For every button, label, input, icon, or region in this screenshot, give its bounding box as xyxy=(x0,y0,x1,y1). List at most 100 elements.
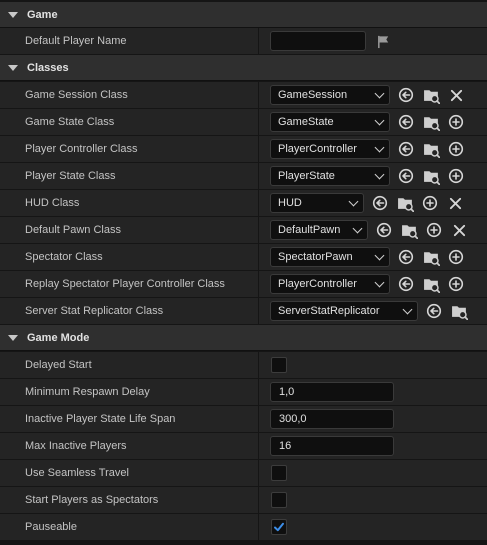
clear-x-icon[interactable] xyxy=(447,86,465,104)
use-selected-arrow-icon[interactable] xyxy=(397,167,415,185)
browse-folder-icon[interactable] xyxy=(450,302,468,320)
use-selected-arrow-icon[interactable] xyxy=(397,275,415,293)
server-stat-replicator-class-dropdown[interactable]: ServerStatReplicator xyxy=(270,301,418,321)
property-label: Max Inactive Players xyxy=(25,440,127,452)
section-header-classes[interactable]: Classes xyxy=(0,55,487,81)
game-state-class-dropdown[interactable]: GameState xyxy=(270,112,390,132)
row-replay-spectator-controller-class: Replay Spectator Player Controller Class… xyxy=(0,271,487,298)
row-game-session-class: Game Session Class GameSession xyxy=(0,82,487,109)
property-label: Replay Spectator Player Controller Class xyxy=(25,278,225,290)
browse-folder-icon[interactable] xyxy=(422,140,440,158)
browse-folder-icon[interactable] xyxy=(422,248,440,266)
add-circle-icon[interactable] xyxy=(447,275,465,293)
use-selected-arrow-icon[interactable] xyxy=(425,302,443,320)
flag-icon[interactable] xyxy=(374,32,392,50)
property-label: Default Player Name xyxy=(25,35,127,47)
column-divider[interactable] xyxy=(258,514,259,540)
chevron-down-icon xyxy=(374,169,385,179)
column-divider[interactable] xyxy=(258,109,259,135)
column-divider[interactable] xyxy=(258,190,259,216)
property-label: Spectator Class xyxy=(25,251,103,263)
add-circle-icon[interactable] xyxy=(425,221,443,239)
add-circle-icon[interactable] xyxy=(447,113,465,131)
column-divider[interactable] xyxy=(258,163,259,189)
player-state-class-dropdown[interactable]: PlayerState xyxy=(270,166,390,186)
start-as-spectators-checkbox[interactable] xyxy=(271,492,287,508)
replay-spectator-controller-class-dropdown[interactable]: PlayerController xyxy=(270,274,390,294)
row-default-player-name: Default Player Name xyxy=(0,28,487,55)
inactive-life-span-input[interactable]: 300,0 xyxy=(270,409,394,429)
column-divider[interactable] xyxy=(258,82,259,108)
default-player-name-input[interactable] xyxy=(270,31,366,51)
add-circle-icon[interactable] xyxy=(447,248,465,266)
chevron-down-icon xyxy=(374,277,385,287)
use-selected-arrow-icon[interactable] xyxy=(397,86,415,104)
collapse-arrow-icon[interactable] xyxy=(8,334,18,341)
browse-folder-icon[interactable] xyxy=(400,221,418,239)
property-label: Delayed Start xyxy=(25,359,92,371)
section-header-game[interactable]: Game xyxy=(0,2,487,28)
column-divider[interactable] xyxy=(258,460,259,486)
column-divider[interactable] xyxy=(258,271,259,297)
use-selected-arrow-icon[interactable] xyxy=(397,140,415,158)
game-session-class-dropdown[interactable]: GameSession xyxy=(270,85,390,105)
default-pawn-class-dropdown[interactable]: DefaultPawn xyxy=(270,220,368,240)
max-inactive-players-input[interactable]: 16 xyxy=(270,436,394,456)
browse-folder-icon[interactable] xyxy=(422,275,440,293)
browse-folder-icon[interactable] xyxy=(422,86,440,104)
column-divider[interactable] xyxy=(258,379,259,405)
column-divider[interactable] xyxy=(258,136,259,162)
player-controller-class-dropdown[interactable]: PlayerController xyxy=(270,139,390,159)
spectator-class-dropdown[interactable]: SpectatorPawn xyxy=(270,247,390,267)
property-label: Default Pawn Class xyxy=(25,224,121,236)
row-pauseable: Pauseable xyxy=(0,514,487,541)
details-panel: Game Default Player Name Classes Game Se… xyxy=(0,0,487,545)
collapse-arrow-icon[interactable] xyxy=(8,64,18,71)
browse-folder-icon[interactable] xyxy=(396,194,414,212)
row-hud-class: HUD Class HUD xyxy=(0,190,487,217)
seamless-travel-checkbox[interactable] xyxy=(271,465,287,481)
row-player-controller-class: Player Controller Class PlayerController xyxy=(0,136,487,163)
add-circle-icon[interactable] xyxy=(447,140,465,158)
row-player-state-class: Player State Class PlayerState xyxy=(0,163,487,190)
browse-folder-icon[interactable] xyxy=(422,113,440,131)
column-divider[interactable] xyxy=(258,244,259,270)
property-label: Player Controller Class xyxy=(25,143,138,155)
row-server-stat-replicator-class: Server Stat Replicator Class ServerStatR… xyxy=(0,298,487,325)
use-selected-arrow-icon[interactable] xyxy=(397,248,415,266)
property-label: Player State Class xyxy=(25,170,116,182)
column-divider[interactable] xyxy=(258,217,259,243)
use-selected-arrow-icon[interactable] xyxy=(397,113,415,131)
column-divider[interactable] xyxy=(258,352,259,378)
delayed-start-checkbox[interactable] xyxy=(271,357,287,373)
use-selected-arrow-icon[interactable] xyxy=(371,194,389,212)
column-divider[interactable] xyxy=(258,406,259,432)
column-divider[interactable] xyxy=(258,28,259,54)
chevron-down-icon xyxy=(374,115,385,125)
add-circle-icon[interactable] xyxy=(447,167,465,185)
section-title: Classes xyxy=(27,61,69,74)
property-label: Inactive Player State Life Span xyxy=(25,413,176,425)
pauseable-checkbox[interactable] xyxy=(271,519,287,535)
chevron-down-icon xyxy=(352,223,363,233)
clear-x-icon[interactable] xyxy=(450,221,468,239)
min-respawn-delay-input[interactable]: 1,0 xyxy=(270,382,394,402)
row-start-as-spectators: Start Players as Spectators xyxy=(0,487,487,514)
use-selected-arrow-icon[interactable] xyxy=(375,221,393,239)
clear-x-icon[interactable] xyxy=(446,194,464,212)
chevron-down-icon xyxy=(348,196,359,206)
column-divider[interactable] xyxy=(258,487,259,513)
chevron-down-icon xyxy=(374,142,385,152)
add-circle-icon[interactable] xyxy=(421,194,439,212)
row-max-inactive-players: Max Inactive Players 16 xyxy=(0,433,487,460)
column-divider[interactable] xyxy=(258,433,259,459)
row-min-respawn-delay: Minimum Respawn Delay 1,0 xyxy=(0,379,487,406)
column-divider[interactable] xyxy=(258,298,259,324)
hud-class-dropdown[interactable]: HUD xyxy=(270,193,364,213)
property-label: Server Stat Replicator Class xyxy=(25,305,164,317)
row-spectator-class: Spectator Class SpectatorPawn xyxy=(0,244,487,271)
browse-folder-icon[interactable] xyxy=(422,167,440,185)
section-header-game-mode[interactable]: Game Mode xyxy=(0,325,487,351)
property-label: Game Session Class xyxy=(25,89,128,101)
collapse-arrow-icon[interactable] xyxy=(8,11,18,18)
